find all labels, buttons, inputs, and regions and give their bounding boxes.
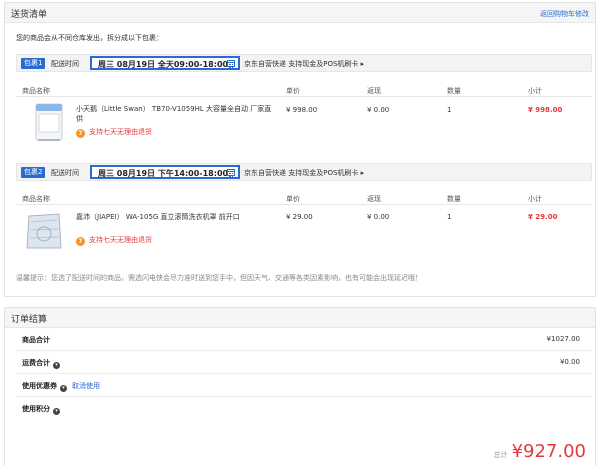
product-image-washer-cover[interactable] [23, 210, 65, 252]
col-subtotal: 小计 [528, 87, 542, 95]
cancel-coupon-link[interactable]: 取消使用 [72, 382, 100, 390]
col-quantity: 数量 [447, 195, 461, 203]
chevron-down-icon[interactable]: ▾ [53, 362, 60, 369]
seven-day-return-icon: 7 [76, 129, 85, 138]
package-bar: 包裹1 配送时间 周三 08月19日 全天09:00-18:00 京东自营快递 … [16, 54, 592, 72]
col-rebate: 返现 [367, 87, 381, 95]
goods-total-row: 商品合计 ¥1027.00 [16, 329, 592, 351]
delivery-time-selector[interactable]: 周三 08月19日 全天09:00-18:00 [90, 56, 240, 70]
order-summary-title: 订单结算 [11, 315, 48, 325]
chevron-down-icon[interactable]: ▾ [60, 385, 67, 392]
shipping-info[interactable]: 京东自营快递 支持现金及POS机刷卡 ▸ [244, 59, 364, 69]
chevron-down-icon[interactable]: ▾ [53, 408, 60, 415]
delivery-time-label: 配送时间 [51, 60, 79, 68]
delivery-list-panel: 送货清单 返回购物车修改 [4, 2, 596, 297]
order-summary-header: 订单结算 [5, 308, 595, 328]
delivery-time-label: 配送时间 [51, 169, 79, 177]
calendar-icon[interactable] [227, 60, 235, 68]
coupon-label: 使用优惠券 [22, 382, 57, 390]
product-image-washer[interactable] [28, 101, 70, 143]
col-quantity: 数量 [447, 87, 461, 95]
quantity-value: 1 [447, 213, 452, 221]
shipping-total-row[interactable]: 运费合计 ▾ ¥0.00 [16, 352, 592, 374]
points-label: 使用积分 [22, 405, 50, 413]
shipping-total-value: ¥0.00 [559, 358, 580, 366]
unit-price: ¥ 998.00 [286, 106, 318, 114]
rebate-value: ¥ 0.00 [367, 213, 390, 221]
coupon-label-wrap: 使用优惠券 ▾ 取消使用 [22, 381, 100, 392]
col-unit-price: 单价 [286, 87, 300, 95]
col-product-name: 商品名称 [22, 195, 50, 203]
delivery-list-title: 送货清单 [11, 10, 48, 20]
shipping-info[interactable]: 京东自营快递 支持现金及POS机刷卡 ▸ [244, 168, 364, 178]
total-label: 总计 [493, 451, 508, 459]
goods-total-label: 商品合计 [22, 336, 50, 344]
delivery-time-value: 周三 08月19日 下午14:00-18:00 [98, 169, 229, 178]
delivery-tip: 温馨提示：您选了配送时间的商品，需选闪电侠会尽力准时送到您手中，但因天气、交通等… [16, 274, 422, 282]
rebate-value: ¥ 0.00 [367, 106, 390, 114]
return-support-text: 支持七天无理由退货 [89, 236, 152, 244]
delivery-time-selector[interactable]: 周三 08月19日 下午14:00-18:00 [90, 165, 240, 179]
subtotal-value: ¥ 998.00 [528, 106, 563, 114]
coupon-row[interactable]: 使用优惠券 ▾ 取消使用 [16, 375, 592, 397]
return-support-badge: 7 支持七天无理由退货 [76, 127, 152, 138]
delivery-list-header: 送货清单 返回购物车修改 [5, 3, 595, 23]
col-subtotal: 小计 [528, 195, 542, 203]
total-amount: ¥927.00 [511, 441, 586, 462]
unit-price: ¥ 29.00 [286, 213, 313, 221]
col-rebate: 返现 [367, 195, 381, 203]
return-support-text: 支持七天无理由退货 [89, 128, 152, 136]
delivery-time-value: 周三 08月19日 全天09:00-18:00 [98, 60, 229, 69]
points-label-wrap: 使用积分 ▾ [22, 404, 60, 415]
calendar-icon[interactable] [227, 169, 235, 177]
col-unit-price: 单价 [286, 195, 300, 203]
quantity-value: 1 [447, 106, 452, 114]
col-product-name: 商品名称 [22, 87, 50, 95]
package-tag: 包裹1 [21, 58, 46, 69]
split-notice: 您的商品会从不同仓库发出，拆分成以下包裹： [16, 34, 163, 42]
points-row[interactable]: 使用积分 ▾ [16, 398, 592, 420]
product-name-link[interactable]: 小天鹅（Little Swan） TB70-V1059HL 大容量全自动 厂家直… [76, 104, 274, 124]
shipping-total-label: 运费合计 [22, 359, 50, 367]
seven-day-return-icon: 7 [76, 237, 85, 246]
package-bar: 包裹2 配送时间 周三 08月19日 下午14:00-18:00 京东自营快递 … [16, 163, 592, 181]
goods-total-value: ¥1027.00 [546, 335, 580, 343]
divider [16, 204, 592, 205]
order-total: 总计 ¥927.00 [494, 441, 586, 462]
shipping-total-label-wrap: 运费合计 ▾ [22, 358, 60, 369]
back-to-cart-link[interactable]: 返回购物车修改 [540, 9, 589, 19]
divider [16, 96, 592, 97]
product-name-link[interactable]: 嘉沛（JIAPEI） WA-105G 直立滚筒洗衣机罩 前开口 [76, 212, 274, 222]
subtotal-value: ¥ 29.00 [528, 213, 558, 221]
package-tag: 包裹2 [21, 167, 46, 178]
return-support-badge: 7 支持七天无理由退货 [76, 235, 152, 246]
